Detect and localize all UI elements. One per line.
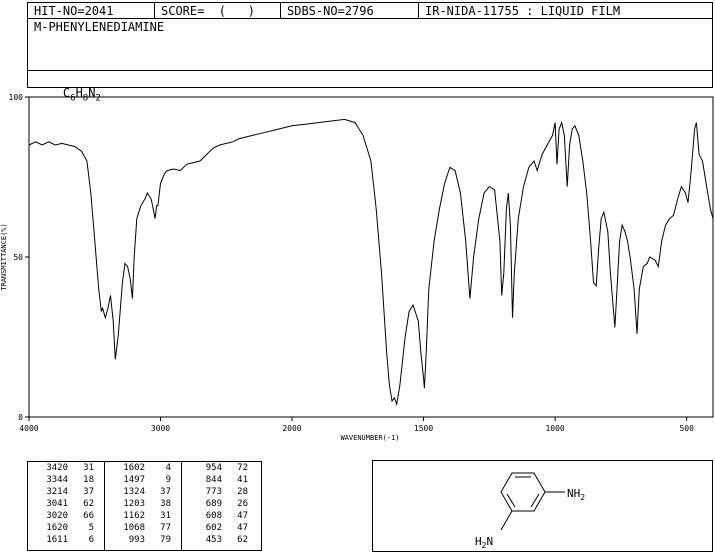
- peak-transmittance: 62: [83, 499, 94, 509]
- y-tick-label: 0: [18, 413, 23, 422]
- peak-wavenumber: 3214: [46, 487, 68, 497]
- x-tick-label: 4000: [19, 424, 38, 433]
- peak-transmittance: 28: [237, 487, 248, 497]
- peak-wavenumber: 608: [205, 511, 222, 521]
- peak-row: 1162 31: [105, 510, 181, 522]
- peak-row: 3041 62: [28, 498, 104, 510]
- y-tick-label: 50: [13, 253, 23, 262]
- amine-label-right: NH2: [567, 487, 585, 502]
- peak-transmittance: 38: [160, 499, 171, 509]
- peak-row: 844 41: [182, 474, 261, 486]
- peak-transmittance: 62: [237, 535, 248, 545]
- peak-row: 689 26: [182, 498, 261, 510]
- peak-row: 602 47: [182, 522, 261, 534]
- peak-wavenumber: 1068: [123, 523, 145, 533]
- peak-wavenumber: 1611: [46, 535, 68, 545]
- x-axis-ticks: 4000 3000 2000 1500 1000 500: [19, 417, 694, 433]
- peak-row: 993 79: [105, 534, 181, 546]
- peak-row: 608 47: [182, 510, 261, 522]
- peak-wavenumber: 3344: [46, 475, 68, 485]
- peak-transmittance: 66: [83, 511, 94, 521]
- peak-wavenumber: 954: [205, 463, 222, 473]
- peak-wavenumber: 3020: [46, 511, 68, 521]
- peak-wavenumber: 1324: [123, 487, 145, 497]
- peak-row: 1497 9: [105, 474, 181, 486]
- peak-wavenumber: 993: [128, 535, 145, 545]
- peak-column-2: 1602 4 1497 9 1324 37 1203 38 1162 31 1068 77 993 79: [105, 462, 182, 550]
- peak-transmittance: 9: [165, 475, 171, 485]
- peak-wavenumber: 1203: [123, 499, 145, 509]
- peak-transmittance: 5: [88, 523, 94, 533]
- ir-spectrum-chart: 4000 3000 2000 1500 1000 500 100500 WAVENUMBE…: [0, 93, 714, 442]
- peak-row: 954 72: [182, 462, 261, 474]
- peak-transmittance: 79: [160, 535, 171, 545]
- peak-transmittance: 47: [237, 511, 248, 521]
- peak-row: 1203 38: [105, 498, 181, 510]
- peak-transmittance: 47: [237, 523, 248, 533]
- benzene-ring: [500, 472, 546, 512]
- peak-row: 1324 37: [105, 486, 181, 498]
- peak-row: 1620 5: [28, 522, 104, 534]
- x-tick-label: 500: [679, 424, 694, 433]
- x-tick-label: 2000: [282, 424, 301, 433]
- peak-column-3: 954 72 844 41 773 28 689 26 608 47 602 47 453 62: [182, 462, 261, 550]
- peak-wavenumber: 453: [205, 535, 222, 545]
- peak-transmittance: 37: [83, 487, 94, 497]
- structure-drawing: NH2 H2N: [475, 472, 585, 550]
- peak-row: 3420 31: [28, 462, 104, 474]
- peak-transmittance: 4: [165, 463, 171, 473]
- peak-wavenumber: 3041: [46, 499, 68, 509]
- amine-label-left: H2N: [475, 535, 493, 550]
- peak-table: 3420 31 3344 18 3214 37 3041 62 3020 66 1620 5 1611 6…: [27, 461, 262, 551]
- peak-row: 1611 6: [28, 534, 104, 546]
- peak-wavenumber: 1602: [123, 463, 145, 473]
- peak-column-1: 3420 31 3344 18 3214 37 3041 62 3020 66 1620 5 1611 6: [28, 462, 105, 550]
- peak-transmittance: 6: [88, 535, 94, 545]
- peak-row: 773 28: [182, 486, 261, 498]
- peak-transmittance: 37: [160, 487, 171, 497]
- y-axis-ticks: 100 50 0: [9, 93, 29, 422]
- peak-wavenumber: 844: [205, 475, 222, 485]
- peak-row: 1068 77: [105, 522, 181, 534]
- peak-transmittance: 77: [160, 523, 171, 533]
- x-tick-label: 3000: [151, 424, 170, 433]
- peak-transmittance: 31: [83, 463, 94, 473]
- y-tick-label: 100: [9, 93, 24, 102]
- bond-nh2-bottom: [500, 510, 513, 531]
- peak-wavenumber: 773: [205, 487, 222, 497]
- spectrum-line: [28, 118, 714, 407]
- peak-row: 3214 37: [28, 486, 104, 498]
- peak-row: 1602 4: [105, 462, 181, 474]
- x-tick-label: 1500: [414, 424, 433, 433]
- x-tick-label: 1000: [545, 424, 564, 433]
- peak-wavenumber: 1497: [123, 475, 145, 485]
- peak-transmittance: 31: [160, 511, 171, 521]
- y-axis-label: TRANSMITTANCE(%): [0, 223, 8, 290]
- peak-row: 3344 18: [28, 474, 104, 486]
- peak-wavenumber: 1162: [123, 511, 145, 521]
- peak-row: 453 62: [182, 534, 261, 546]
- peak-row: 3020 66: [28, 510, 104, 522]
- peak-transmittance: 41: [237, 475, 248, 485]
- peak-transmittance: 72: [237, 463, 248, 473]
- peak-transmittance: 18: [83, 475, 94, 485]
- x-axis-label: WAVENUMBER(-1): [340, 434, 399, 442]
- plot-frame: [28, 96, 714, 418]
- structure-box: NH2 H2N: [372, 460, 713, 552]
- peak-wavenumber: 1620: [46, 523, 68, 533]
- peak-wavenumber: 602: [205, 523, 222, 533]
- peak-wavenumber: 689: [205, 499, 222, 509]
- peak-wavenumber: 3420: [46, 463, 68, 473]
- peak-transmittance: 26: [237, 499, 248, 509]
